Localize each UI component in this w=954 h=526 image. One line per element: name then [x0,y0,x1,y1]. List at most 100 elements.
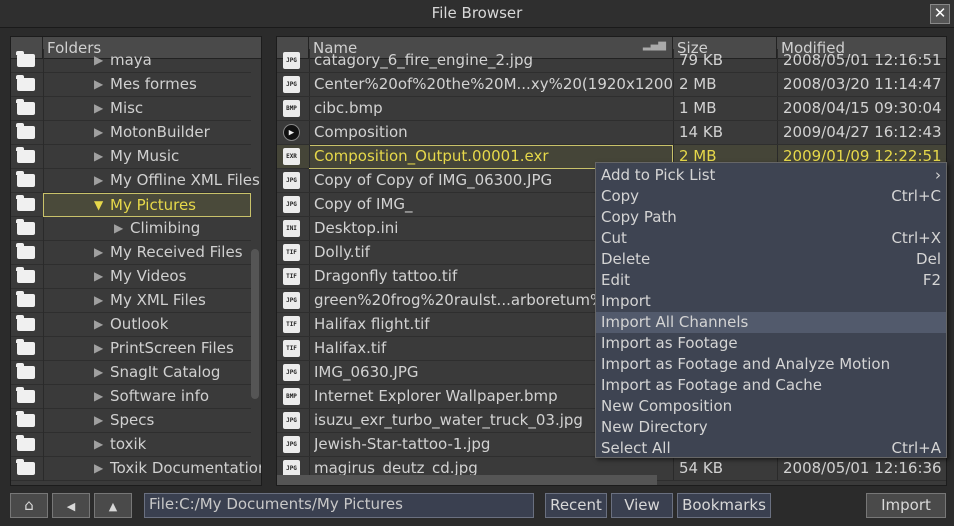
menu-item[interactable]: Import as Footage [596,333,946,354]
bookmarks-button[interactable]: Bookmarks [677,493,771,518]
collapsed-arrow-icon[interactable]: ▶ [94,101,103,115]
collapsed-arrow-icon[interactable]: ▶ [94,365,103,379]
file-row[interactable]: JPG catagory_6_fire_engine_2.jpg 79 KB 2008… [277,49,946,73]
menu-item[interactable]: Add to Pick List › [596,165,946,186]
file-type-icon: JPG [283,52,300,69]
collapsed-arrow-icon[interactable]: ▶ [94,245,103,259]
folder-row[interactable]: ▶ PrintScreen Files [11,337,251,361]
folder-row[interactable]: ▶ Misc [11,97,251,121]
column-separator [309,217,310,240]
collapsed-arrow-icon[interactable]: ▶ [94,437,103,451]
folder-row[interactable]: ▶ MotonBuilder [11,121,251,145]
menu-item[interactable]: New Directory [596,417,946,438]
column-separator [309,169,310,192]
folders-scrollbar[interactable] [251,249,259,399]
home-icon: ⌂ [24,496,34,514]
recent-button[interactable]: Recent [545,493,607,518]
folder-row[interactable]: ▶ Climibing [11,217,251,241]
folder-row[interactable]: ▶ My Videos [11,265,251,289]
file-modified: 2008/04/15 09:30:04 [783,99,942,117]
view-button[interactable]: View [611,493,673,518]
close-button[interactable]: ✕ [930,4,950,24]
folder-label: Climibing [130,219,201,237]
collapsed-arrow-icon[interactable]: ▶ [94,173,103,187]
column-separator [309,97,310,120]
collapsed-arrow-icon[interactable]: ▶ [94,149,103,163]
home-button[interactable]: ⌂ [10,493,48,518]
folder-row[interactable]: ▶ toxik [11,433,251,457]
folder-row[interactable]: ▶ Specs [11,409,251,433]
file-row[interactable]: JPG Center%20of%20the%20M...xy%20(1920x12… [277,73,946,97]
collapsed-arrow-icon[interactable]: ▶ [94,389,103,403]
folder-row[interactable]: ▶ My Received Files [11,241,251,265]
folder-cell: ▶ maya [43,49,251,73]
folder-cell: ▶ My Received Files [43,241,251,265]
folder-icon [16,75,35,91]
folder-cell: ▶ My Music [43,145,251,169]
folder-row[interactable]: ▶ maya [11,49,251,73]
menu-item-label: Select All [601,439,671,457]
collapsed-arrow-icon[interactable]: ▶ [94,341,103,355]
menu-item[interactable]: Import [596,291,946,312]
context-menu: Add to Pick List › Copy Ctrl+C Copy Path Cut C… [595,162,947,458]
menu-item[interactable]: Edit F2 [596,270,946,291]
folder-row[interactable]: ▶ My Offline XML Files [11,169,260,193]
folder-row[interactable]: ▶ Mes formes [11,73,251,97]
column-separator [309,49,310,72]
folder-row[interactable]: ▶ Outlook [11,313,251,337]
file-modified: 2008/03/20 11:14:47 [783,75,942,93]
folder-label: My Videos [110,267,187,285]
collapsed-arrow-icon[interactable]: ▶ [94,293,103,307]
folder-row[interactable]: ▶ My Music [11,145,251,169]
menu-item[interactable]: Delete Del [596,249,946,270]
menu-item[interactable]: Copy Path [596,207,946,228]
expanded-arrow-icon[interactable]: ▼ [94,198,103,212]
menu-item[interactable]: Import as Footage and Cache [596,375,946,396]
menu-item[interactable]: Copy Ctrl+C [596,186,946,207]
menu-item[interactable]: New Composition [596,396,946,417]
back-button[interactable]: ◀ [52,493,90,518]
files-horizontal-scrollbar[interactable] [277,475,657,485]
folder-label: My Received Files [110,243,243,261]
folder-row[interactable]: ▶ Software info [11,385,251,409]
folder-row[interactable]: ▼ My Pictures [11,193,251,217]
folder-label: Toxik Documentation [110,459,262,477]
collapsed-arrow-icon[interactable]: ▶ [94,269,103,283]
folder-cell: ▶ My XML Files [43,289,251,313]
menu-item[interactable]: Import All Channels [596,312,946,333]
column-separator [309,73,310,96]
up-button[interactable]: ▲ [94,493,132,518]
collapsed-arrow-icon[interactable]: ▶ [94,317,103,331]
folder-icon [16,435,35,451]
menu-item[interactable]: Import as Footage and Analyze Motion [596,354,946,375]
column-separator [777,49,778,72]
folder-label: toxik [110,435,147,453]
folder-cell: ▶ Climibing [43,217,251,241]
file-name: catagory_6_fire_engine_2.jpg [314,51,533,69]
menu-item[interactable]: Select All Ctrl+A [596,438,946,459]
collapsed-arrow-icon[interactable]: ▶ [94,461,103,475]
menu-item-label: Import as Footage [601,334,738,352]
collapsed-arrow-icon[interactable]: ▶ [94,53,103,67]
folder-row[interactable]: ▶ SnagIt Catalog [11,361,251,385]
collapsed-arrow-icon[interactable]: ▶ [94,77,103,91]
column-separator [673,457,674,480]
path-field[interactable]: File:C:/My Documents/My Pictures [144,493,534,518]
file-size: 1 MB [679,99,717,117]
collapsed-arrow-icon[interactable]: ▶ [94,413,103,427]
folder-row[interactable]: ▶ Toxik Documentation [11,457,261,481]
collapsed-arrow-icon[interactable]: ▶ [94,125,103,139]
column-separator [673,97,674,120]
folder-cell: ▶ Mes formes [43,73,251,97]
column-separator [673,73,674,96]
folder-label: Misc [110,99,144,117]
menu-item[interactable]: Cut Ctrl+X [596,228,946,249]
file-row[interactable]: ▶ Composition 14 KB 2009/04/27 16:12:43 [277,121,946,145]
folder-row[interactable]: ▶ My XML Files [11,289,251,313]
file-row[interactable]: BMP cibc.bmp 1 MB 2008/04/15 09:30:04 [277,97,946,121]
import-button[interactable]: Import [866,493,946,518]
file-type-icon: JPG [283,196,300,213]
collapsed-arrow-icon[interactable]: ▶ [114,221,123,235]
folder-icon [16,363,35,379]
folder-label: Software info [110,387,210,405]
